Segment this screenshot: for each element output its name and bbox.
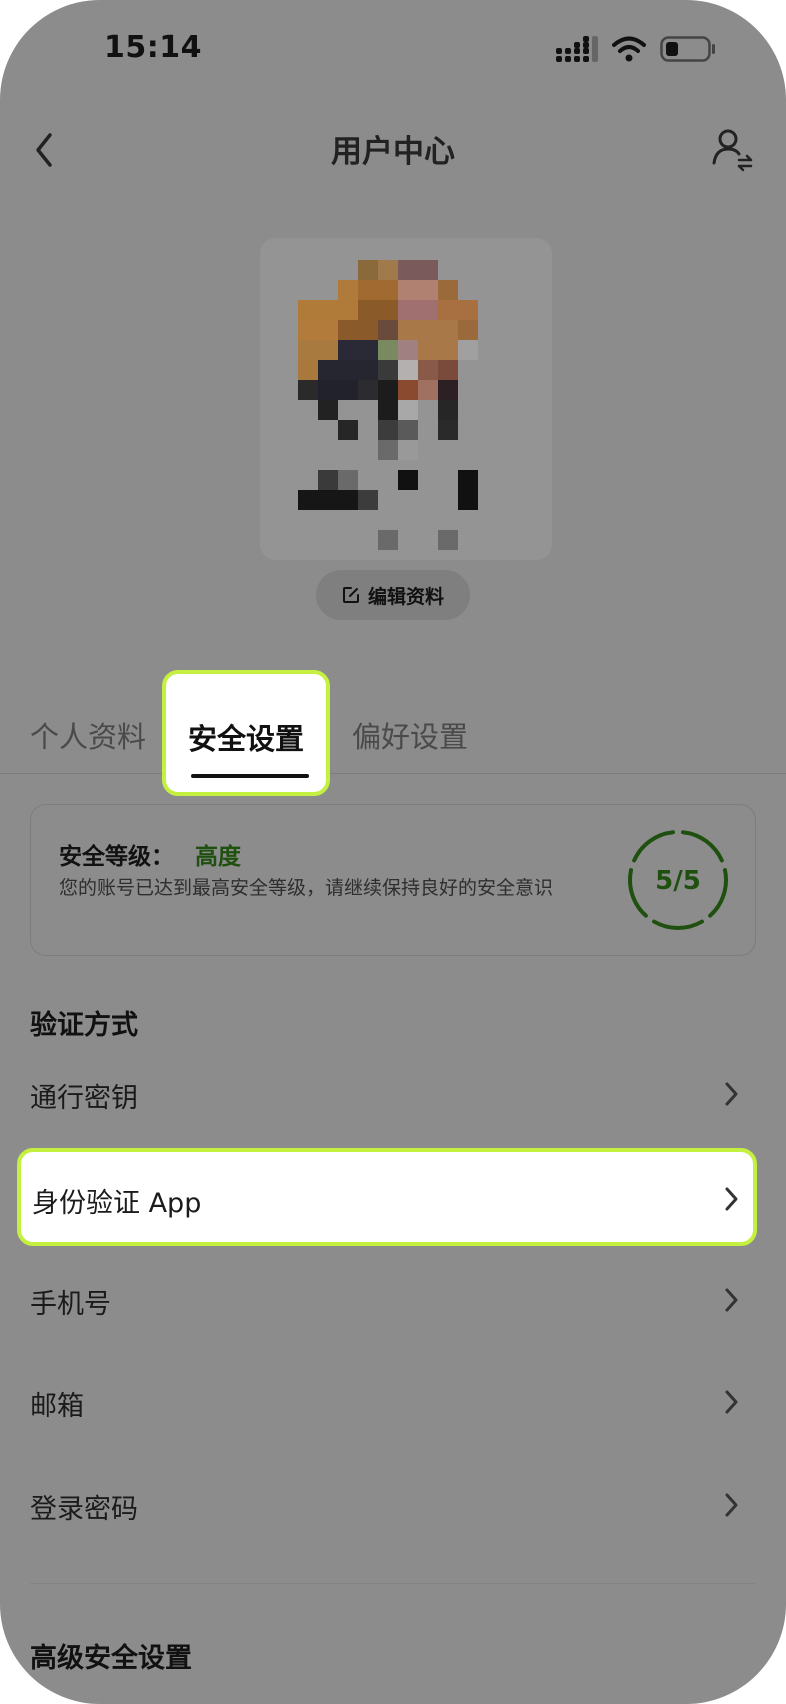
security-level-title: 安全等级： (59, 844, 174, 870)
score-ring-segment (628, 868, 648, 918)
verify-methods-title: 验证方式 (30, 1010, 138, 1041)
chevron-right-icon (725, 1288, 738, 1312)
security-level-value: 高度 (195, 844, 241, 870)
tab-security-settings[interactable]: 安全设置 (162, 670, 330, 796)
tab-security-label: 安全设置 (187, 722, 304, 756)
chevron-right-icon (725, 1187, 738, 1211)
score-ring-segment (652, 919, 704, 930)
list-item-passkey[interactable]: 通行密钥 (17, 1045, 757, 1143)
list-item-label: 通行密钥 (30, 1083, 138, 1114)
avatar-image (260, 238, 552, 560)
score-ring-segment (632, 830, 675, 863)
cellular-signal-icon (556, 36, 598, 62)
battery-icon (660, 36, 715, 62)
tab-personal-info[interactable]: 个人资料 (30, 714, 146, 756)
security-level-description: 您的账号已达到最高安全等级，请继续保持良好的安全意识 (59, 877, 554, 899)
section-divider (30, 1583, 756, 1584)
list-item-label: 邮箱 (30, 1391, 84, 1422)
page-title: 用户中心 (331, 134, 455, 170)
chevron-right-icon (725, 1082, 738, 1106)
list-item-label: 手机号 (30, 1289, 111, 1320)
security-score-ring: 5/5 (628, 830, 728, 930)
advanced-security-title: 高级安全设置 (30, 1643, 192, 1674)
list-item-label: 身份验证 App (32, 1188, 202, 1219)
list-item-label: 登录密码 (30, 1494, 138, 1525)
chevron-right-icon (725, 1390, 738, 1414)
edit-profile-label: 编辑资料 (367, 585, 444, 608)
chevron-right-icon (725, 1493, 738, 1517)
list-item-login-password[interactable]: 登录密码 (17, 1456, 757, 1554)
tab-preferences[interactable]: 偏好设置 (352, 714, 468, 756)
status-icons (556, 36, 716, 62)
wifi-icon (612, 36, 646, 62)
list-item-email[interactable]: 邮箱 (17, 1353, 757, 1451)
user-switch-icon[interactable] (708, 125, 756, 173)
phone-screen: 15:14 用户中心 编辑资料 个人资料 偏好设置 安全设置 安全等级： 高度 … (0, 0, 786, 1704)
status-time: 15:14 (104, 30, 202, 65)
list-item-phone[interactable]: 手机号 (17, 1251, 757, 1349)
active-tab-indicator (191, 774, 309, 778)
score-ring-segment (708, 868, 728, 918)
score-ring-segment (681, 830, 724, 863)
security-level-card: 安全等级： 高度 您的账号已达到最高安全等级，请继续保持良好的安全意识 5/5 (30, 804, 756, 956)
list-item-authenticator-app[interactable]: 身份验证 App (17, 1148, 757, 1246)
tabs-divider (0, 773, 786, 774)
edit-icon (342, 587, 359, 603)
edit-profile-button[interactable]: 编辑资料 (316, 570, 470, 620)
security-score-text: 5/5 (655, 866, 701, 896)
avatar (260, 238, 552, 560)
